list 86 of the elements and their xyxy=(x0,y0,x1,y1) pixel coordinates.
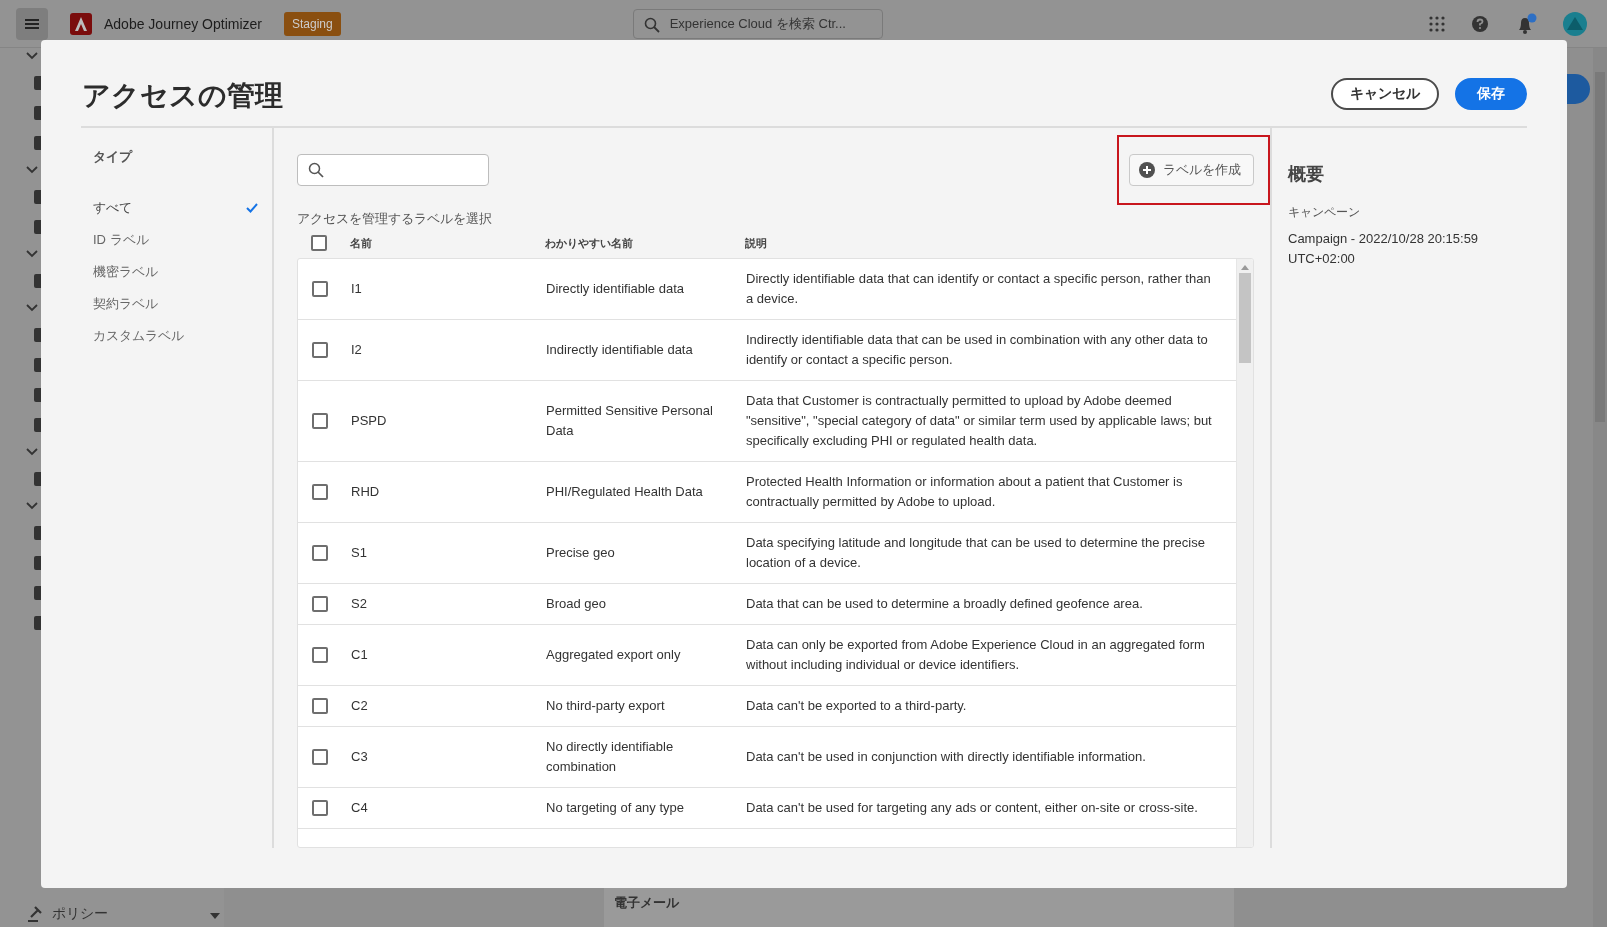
field-value: Campaign - 2022/10/28 20:15:59 UTC+02:00 xyxy=(1288,230,1480,268)
select-all-checkbox[interactable] xyxy=(310,235,327,251)
table-cell: Broad geo xyxy=(546,596,606,611)
gavel-icon xyxy=(26,906,44,922)
environment-badge: Staging xyxy=(283,11,341,36)
filter-item[interactable]: ID ラベル xyxy=(93,224,260,256)
table-cell: I2 xyxy=(351,342,362,357)
page-scrollbar[interactable] xyxy=(1593,48,1607,927)
chevron-icon[interactable] xyxy=(26,448,38,456)
table-cell: Data can't be exported to a third-party. xyxy=(746,698,967,713)
filter-heading: タイプ xyxy=(93,148,134,166)
row-checkbox[interactable] xyxy=(311,749,328,765)
table-cell: C1 xyxy=(351,647,368,662)
chevron-icon[interactable] xyxy=(26,166,38,174)
table-cell: Permitted Sensitive Personal Data xyxy=(546,403,713,438)
table-cell: Data specifying latitude and longitude that can be used to determine the precise location of a device. xyxy=(746,535,1205,570)
search-field[interactable]: Experience Cloud を検索 Ctr... xyxy=(632,8,883,39)
row-checkbox[interactable] xyxy=(311,698,328,714)
create-label-button[interactable]: ラベルを作成 xyxy=(1129,154,1254,186)
row-checkbox[interactable] xyxy=(311,342,328,358)
table-cell: Precise geo xyxy=(546,545,615,560)
column-header[interactable]: 名前 xyxy=(350,236,372,249)
table-cell: C4 xyxy=(351,800,368,815)
row-checkbox[interactable] xyxy=(311,647,328,663)
table-scrollbar[interactable] xyxy=(1236,259,1253,847)
row-checkbox[interactable] xyxy=(311,596,328,612)
table-cell: I1 xyxy=(351,281,362,296)
table-cell: Data that can be used to determine a broadly defined geofence area. xyxy=(746,596,1143,611)
row-checkbox[interactable] xyxy=(311,800,328,816)
filter-item[interactable]: 機密ラベル xyxy=(93,256,260,288)
table-cell: Indirectly identifiable data that can be used in combination with any other data to identify or contact a specific person. xyxy=(746,332,1208,367)
table-cell: No targeting of any type xyxy=(546,800,685,815)
table-cell: Data can't be used for targeting any ads or content, either on-site or cross-site. xyxy=(746,800,1198,815)
section-title: 電子メール xyxy=(614,895,679,910)
table-cell: Indirectly identifiable data xyxy=(546,342,693,357)
menu-button[interactable] xyxy=(16,7,48,40)
table-cell: Directly identifiable data xyxy=(546,281,685,296)
row-checkbox[interactable] xyxy=(311,484,328,500)
cancel-button[interactable]: キャンセル xyxy=(1331,78,1439,110)
chevron-icon[interactable] xyxy=(26,502,38,510)
apps-grid-icon[interactable] xyxy=(1429,15,1445,32)
table-cell: S1 xyxy=(351,545,367,560)
table-cell: C2 xyxy=(351,698,368,713)
row-checkbox[interactable] xyxy=(311,413,328,429)
logo-icon xyxy=(70,12,92,35)
column-header[interactable]: わかりやすい名前 xyxy=(545,236,633,249)
table-cell: Data that Customer is contractually permitted to upload by Adobe deemed "sensitive", "special category of data" or similar term used by applicable laws; but specifically excluding PHI or regulated health data. xyxy=(746,393,1212,448)
search-icon xyxy=(308,162,324,178)
table-cell: No directly identifiable combination xyxy=(546,739,674,774)
scroll-thumb[interactable] xyxy=(1239,273,1251,363)
table-cell: PSPD xyxy=(351,413,387,428)
row-checkbox[interactable] xyxy=(311,545,328,561)
table-cell: No third-party export xyxy=(546,698,665,713)
table-cell: RHD xyxy=(351,484,380,499)
field-label: キャンペーン xyxy=(1288,204,1361,221)
filter-item[interactable]: すべて xyxy=(93,192,260,224)
help-icon[interactable] xyxy=(1471,14,1489,33)
table-cell: Aggregated export only xyxy=(546,647,681,662)
chevron-icon[interactable] xyxy=(26,304,38,312)
save-button[interactable]: 保存 xyxy=(1455,78,1527,110)
search-field[interactable] xyxy=(297,154,489,186)
table-cell: Directly identifiable data that can identify or contact a specific person, rather than a device. xyxy=(746,271,1211,306)
checkmark-icon xyxy=(246,203,258,213)
avatar-icon[interactable] xyxy=(1563,11,1587,36)
instruction-text: アクセスを管理するラベルを選択 xyxy=(297,210,493,228)
sidebar-item[interactable]: ポリシー xyxy=(26,901,108,927)
chevron-icon[interactable] xyxy=(26,52,38,60)
row-checkbox[interactable] xyxy=(311,281,328,297)
search-icon xyxy=(643,16,660,33)
filter-item[interactable]: カスタムラベル xyxy=(93,320,260,352)
column-header[interactable]: 説明 xyxy=(745,236,767,249)
scroll-up-arrow-icon[interactable] xyxy=(1241,265,1249,270)
summary-heading: 概要 xyxy=(1288,163,1325,186)
caret-icon[interactable] xyxy=(210,913,220,919)
table-cell: Data can only be exported from Adobe Experience Cloud in an aggregated form without including individual or device identifiers. xyxy=(746,637,1205,672)
dialog-title: アクセスの管理 xyxy=(82,79,283,113)
table-cell: C3 xyxy=(351,749,368,764)
app-name: Adobe Journey Optimizer xyxy=(104,15,262,32)
table-cell: Data can't be used in conjunction with directly identifiable information. xyxy=(746,749,1146,764)
table-cell: S2 xyxy=(351,596,367,611)
chevron-icon[interactable] xyxy=(26,250,38,258)
table-cell: PHI/Regulated Health Data xyxy=(546,484,703,499)
table-cell: Protected Health Information or information about a patient that Customer is contractually permitted by Adobe to upload. xyxy=(746,474,1183,509)
filter-item[interactable]: 契約ラベル xyxy=(93,288,260,320)
menu-icon xyxy=(25,17,39,30)
add-icon xyxy=(1139,162,1155,178)
